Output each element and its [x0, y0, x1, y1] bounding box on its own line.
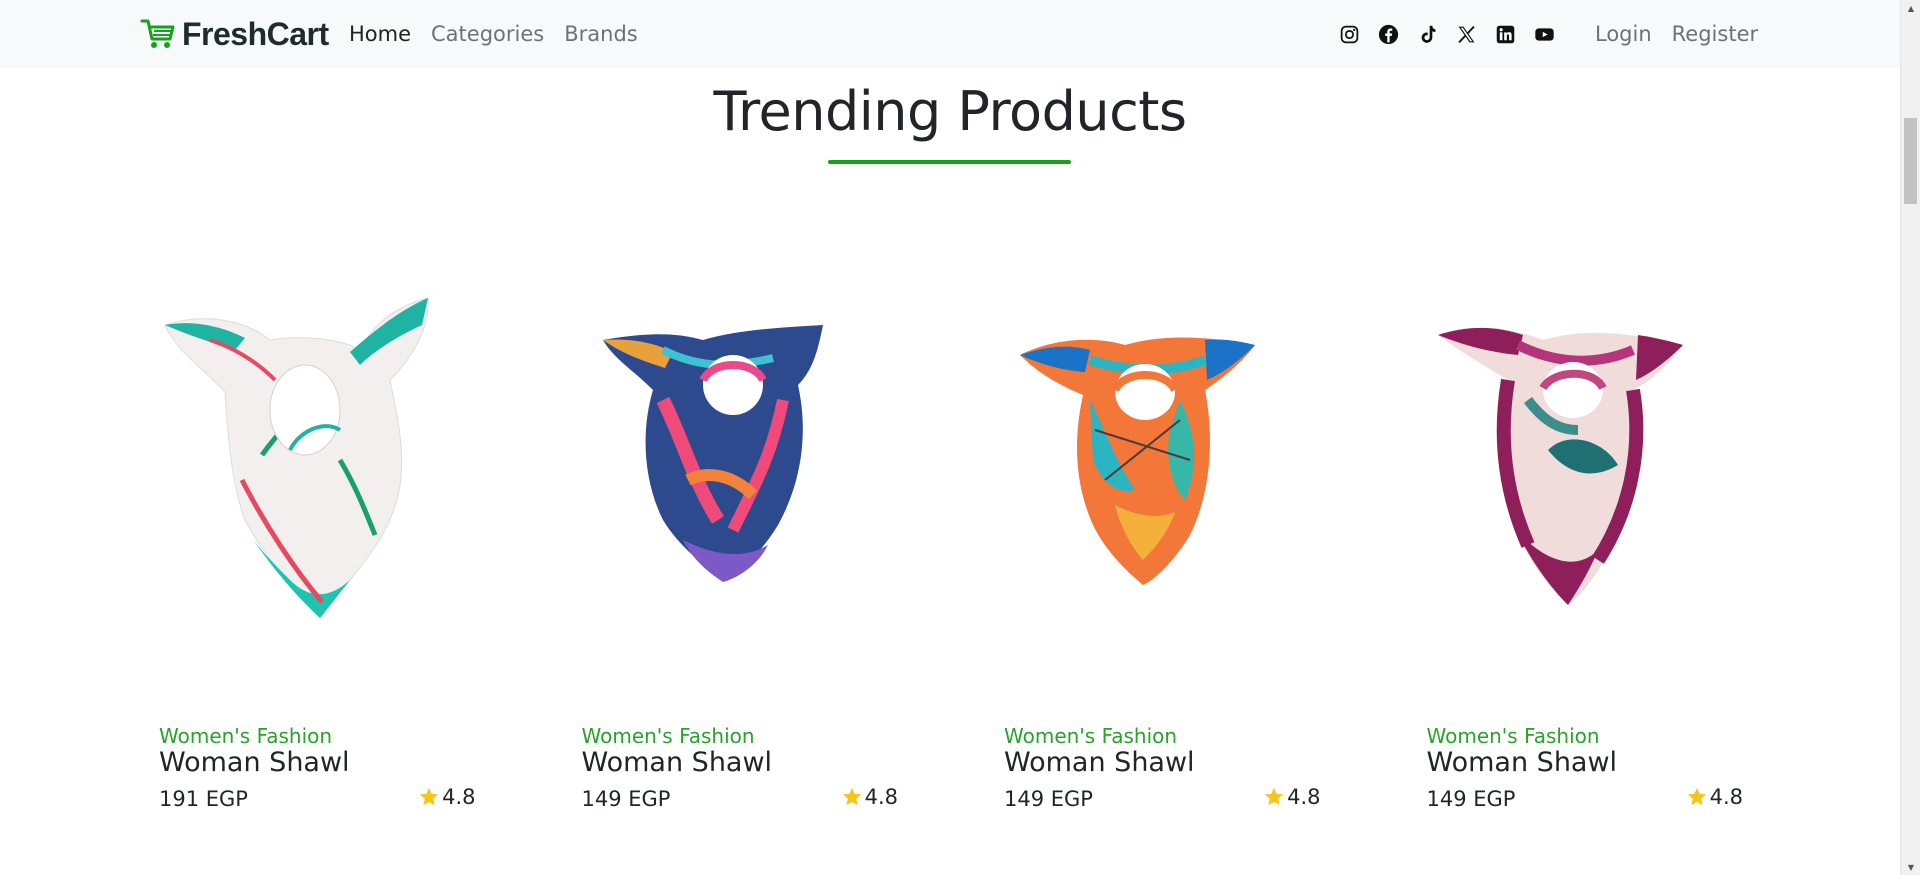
navbar: FreshCart Home Categories Brands Login R…	[0, 0, 1900, 68]
nav-link-brands[interactable]: Brands	[564, 22, 638, 46]
main-nav: Home Categories Brands	[349, 0, 638, 68]
scrollbar-thumb[interactable]	[1904, 118, 1917, 204]
scroll-down-arrow-icon[interactable]: ▼	[1901, 859, 1920, 875]
section-title: Trending Products	[713, 80, 1187, 143]
page: FreshCart Home Categories Brands Login R…	[0, 0, 1920, 875]
product-name: Woman Shawl	[1426, 747, 1618, 778]
product-name: Woman Shawl	[159, 747, 350, 778]
login-link[interactable]: Login	[1595, 22, 1652, 46]
facebook-icon[interactable]	[1377, 23, 1399, 45]
product-name: Woman Shawl	[581, 747, 773, 778]
product-card[interactable]: Women's Fashion Woman Shawl 149 EGP 4.8	[1408, 240, 1761, 820]
instagram-icon[interactable]	[1338, 23, 1360, 45]
product-image[interactable]	[995, 280, 1315, 630]
product-card[interactable]: Women's Fashion Woman Shawl 149 EGP 4.8	[563, 240, 916, 820]
star-icon	[1687, 787, 1706, 806]
product-rating: 4.8	[841, 785, 898, 809]
scroll-up-arrow-icon[interactable]: ▲	[1901, 0, 1920, 16]
title-underline	[828, 160, 1071, 164]
product-image[interactable]	[1418, 280, 1738, 630]
brand-name: FreshCart	[182, 15, 329, 52]
product-category: Women's Fashion	[1004, 724, 1178, 748]
product-rating: 4.8	[1686, 785, 1743, 809]
product-grid: Women's Fashion Woman Shawl 191 EGP 4.8	[140, 240, 1760, 820]
tiktok-icon[interactable]	[1416, 23, 1438, 45]
nav-link-categories[interactable]: Categories	[431, 22, 544, 46]
rating-value: 4.8	[1709, 785, 1743, 809]
social-links	[1338, 22, 1555, 46]
x-icon[interactable]	[1455, 23, 1477, 45]
product-card[interactable]: Women's Fashion Woman Shawl 149 EGP 4.8	[985, 240, 1338, 820]
product-price: 149 EGP	[1426, 787, 1516, 811]
product-image[interactable]	[573, 280, 893, 630]
cart-icon	[140, 19, 175, 48]
product-rating: 4.8	[418, 785, 476, 809]
nav-link-home[interactable]: Home	[349, 22, 411, 46]
rating-value: 4.8	[442, 785, 476, 809]
register-link[interactable]: Register	[1672, 22, 1758, 46]
product-rating: 4.8	[1263, 785, 1321, 809]
star-icon	[842, 787, 861, 806]
product-image[interactable]	[150, 280, 470, 630]
brand-logo[interactable]: FreshCart	[140, 14, 329, 54]
product-price: 191 EGP	[159, 787, 248, 811]
product-category: Women's Fashion	[581, 724, 755, 748]
auth-links: Login Register	[1595, 0, 1758, 68]
youtube-icon[interactable]	[1533, 23, 1555, 45]
rating-value: 4.8	[1287, 785, 1321, 809]
product-category: Women's Fashion	[1426, 724, 1600, 748]
product-price: 149 EGP	[1004, 787, 1093, 811]
rating-value: 4.8	[864, 785, 898, 809]
vertical-scrollbar[interactable]: ▲ ▼	[1900, 0, 1920, 875]
linkedin-icon[interactable]	[1494, 23, 1516, 45]
star-icon	[419, 787, 439, 806]
product-card[interactable]: Women's Fashion Woman Shawl 191 EGP 4.8	[140, 240, 493, 820]
product-price: 149 EGP	[581, 787, 671, 811]
product-category: Women's Fashion	[159, 724, 333, 748]
star-icon	[1264, 787, 1284, 806]
product-name: Woman Shawl	[1004, 747, 1195, 778]
